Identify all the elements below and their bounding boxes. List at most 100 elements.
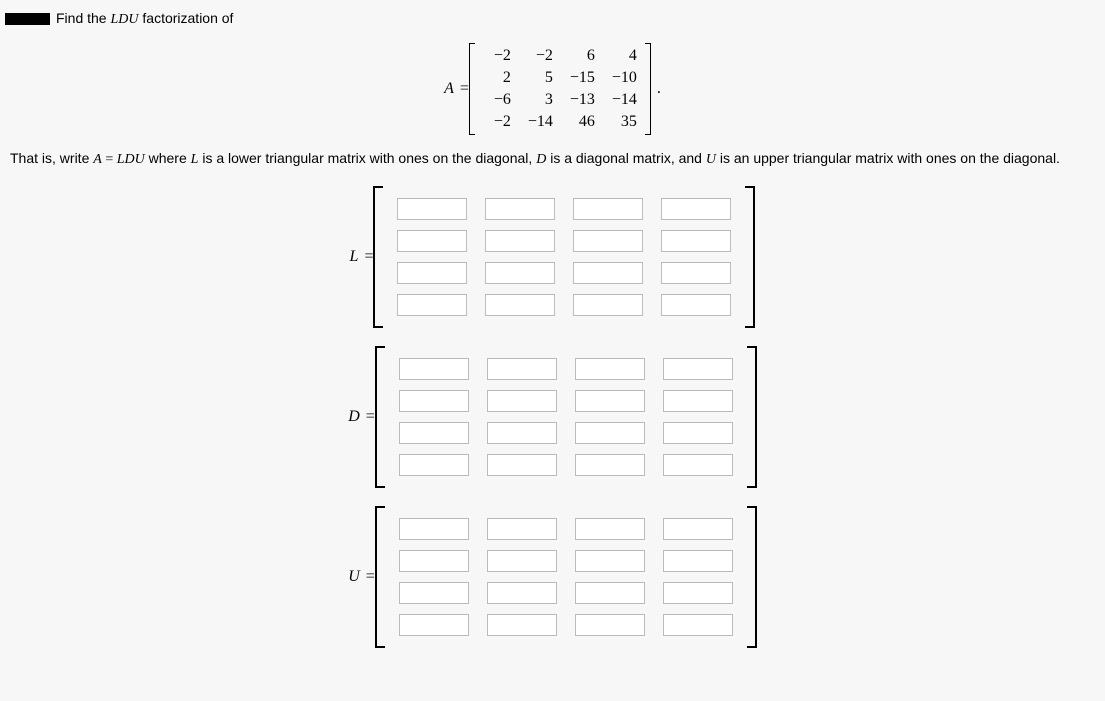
A-cell: 5	[525, 69, 553, 87]
D-input-0-0[interactable]	[399, 358, 469, 380]
A-cell: 35	[609, 113, 637, 131]
description: That is, write A = LDU where L is a lowe…	[5, 150, 1100, 168]
U-label: U	[348, 568, 360, 586]
L-input-0-3[interactable]	[661, 198, 731, 220]
desc-U: U	[706, 152, 716, 167]
desc-A: A	[93, 152, 102, 167]
A-label: A	[444, 80, 454, 98]
L-input-3-3[interactable]	[661, 294, 731, 316]
D-input-1-1[interactable]	[487, 390, 557, 412]
L-input-0-0[interactable]	[397, 198, 467, 220]
desc-text: is a lower triangular matrix with ones o…	[198, 150, 536, 166]
D-input-0-2[interactable]	[575, 358, 645, 380]
U-input-0-3[interactable]	[663, 518, 733, 540]
D-input-1-2[interactable]	[575, 390, 645, 412]
D-input-3-1[interactable]	[487, 454, 557, 476]
L-input-area: L =	[5, 186, 1100, 328]
U-input-2-1[interactable]	[487, 582, 557, 604]
A-cell: 6	[567, 47, 595, 65]
desc-D: D	[536, 152, 546, 167]
A-cell: −14	[525, 113, 553, 131]
D-input-3-2[interactable]	[575, 454, 645, 476]
bracket-left	[373, 186, 383, 328]
A-cell: −6	[483, 91, 511, 109]
prompt-text: Find the LDU factorization of	[56, 10, 233, 28]
D-input-0-1[interactable]	[487, 358, 557, 380]
bracket-right	[645, 43, 651, 135]
D-input-0-3[interactable]	[663, 358, 733, 380]
D-bracket-wrap	[375, 346, 757, 488]
D-input-2-3[interactable]	[663, 422, 733, 444]
U-input-0-0[interactable]	[399, 518, 469, 540]
D-input-3-0[interactable]	[399, 454, 469, 476]
U-input-1-1[interactable]	[487, 550, 557, 572]
L-input-2-3[interactable]	[661, 262, 731, 284]
L-input-1-1[interactable]	[485, 230, 555, 252]
L-input-0-1[interactable]	[485, 198, 555, 220]
A-cell: −2	[483, 113, 511, 131]
D-input-3-3[interactable]	[663, 454, 733, 476]
prompt-suffix: factorization of	[139, 10, 234, 26]
D-input-area: D =	[5, 346, 1100, 488]
D-input-2-2[interactable]	[575, 422, 645, 444]
L-input-3-1[interactable]	[485, 294, 555, 316]
problem-header: Find the LDU factorization of	[5, 10, 1100, 28]
prompt-prefix: Find the	[56, 10, 110, 26]
desc-eq: =	[102, 152, 117, 167]
redaction-block	[5, 13, 50, 25]
L-input-0-2[interactable]	[573, 198, 643, 220]
D-input-1-0[interactable]	[399, 390, 469, 412]
U-input-1-0[interactable]	[399, 550, 469, 572]
U-input-0-2[interactable]	[575, 518, 645, 540]
U-input-3-3[interactable]	[663, 614, 733, 636]
D-input-2-1[interactable]	[487, 422, 557, 444]
L-input-1-2[interactable]	[573, 230, 643, 252]
U-input-0-1[interactable]	[487, 518, 557, 540]
U-input-2-0[interactable]	[399, 582, 469, 604]
desc-text: is an upper triangular matrix with ones …	[716, 150, 1060, 166]
U-input-3-2[interactable]	[575, 614, 645, 636]
L-input-2-0[interactable]	[397, 262, 467, 284]
matrix-A-display: A = −2 −2 6 4 2 5 −15 −10 −6 3 −13 −14 −…	[5, 43, 1100, 135]
L-label: L	[350, 248, 359, 266]
U-input-3-0[interactable]	[399, 614, 469, 636]
L-eq: =	[364, 248, 373, 266]
D-eq: =	[366, 408, 375, 426]
ldu-label: LDU	[110, 12, 138, 27]
A-cell: −14	[609, 91, 637, 109]
U-bracket-wrap	[375, 506, 757, 648]
U-grid	[385, 506, 747, 648]
A-cell: 3	[525, 91, 553, 109]
L-input-3-2[interactable]	[573, 294, 643, 316]
U-input-1-2[interactable]	[575, 550, 645, 572]
A-cells: −2 −2 6 4 2 5 −15 −10 −6 3 −13 −14 −2 −1…	[475, 43, 645, 135]
U-eq: =	[366, 568, 375, 586]
A-cell: 4	[609, 47, 637, 65]
bracket-left	[375, 506, 385, 648]
L-input-1-0[interactable]	[397, 230, 467, 252]
A-cell: −13	[567, 91, 595, 109]
U-input-2-2[interactable]	[575, 582, 645, 604]
L-input-2-1[interactable]	[485, 262, 555, 284]
A-cell: 46	[567, 113, 595, 131]
A-cell: −2	[525, 47, 553, 65]
L-bracket-wrap	[373, 186, 755, 328]
A-cell: −15	[567, 69, 595, 87]
A-cell: 2	[483, 69, 511, 87]
bracket-right	[745, 186, 755, 328]
U-input-1-3[interactable]	[663, 550, 733, 572]
D-input-1-3[interactable]	[663, 390, 733, 412]
U-input-3-1[interactable]	[487, 614, 557, 636]
L-input-1-3[interactable]	[661, 230, 731, 252]
A-bracket-wrap: −2 −2 6 4 2 5 −15 −10 −6 3 −13 −14 −2 −1…	[469, 43, 651, 135]
A-cell: −2	[483, 47, 511, 65]
D-input-2-0[interactable]	[399, 422, 469, 444]
desc-LDU: LDU	[117, 152, 145, 167]
L-input-3-0[interactable]	[397, 294, 467, 316]
desc-text: That is, write	[10, 150, 93, 166]
U-input-area: U =	[5, 506, 1100, 648]
U-input-2-3[interactable]	[663, 582, 733, 604]
bracket-right	[747, 346, 757, 488]
A-cell: −10	[609, 69, 637, 87]
L-input-2-2[interactable]	[573, 262, 643, 284]
